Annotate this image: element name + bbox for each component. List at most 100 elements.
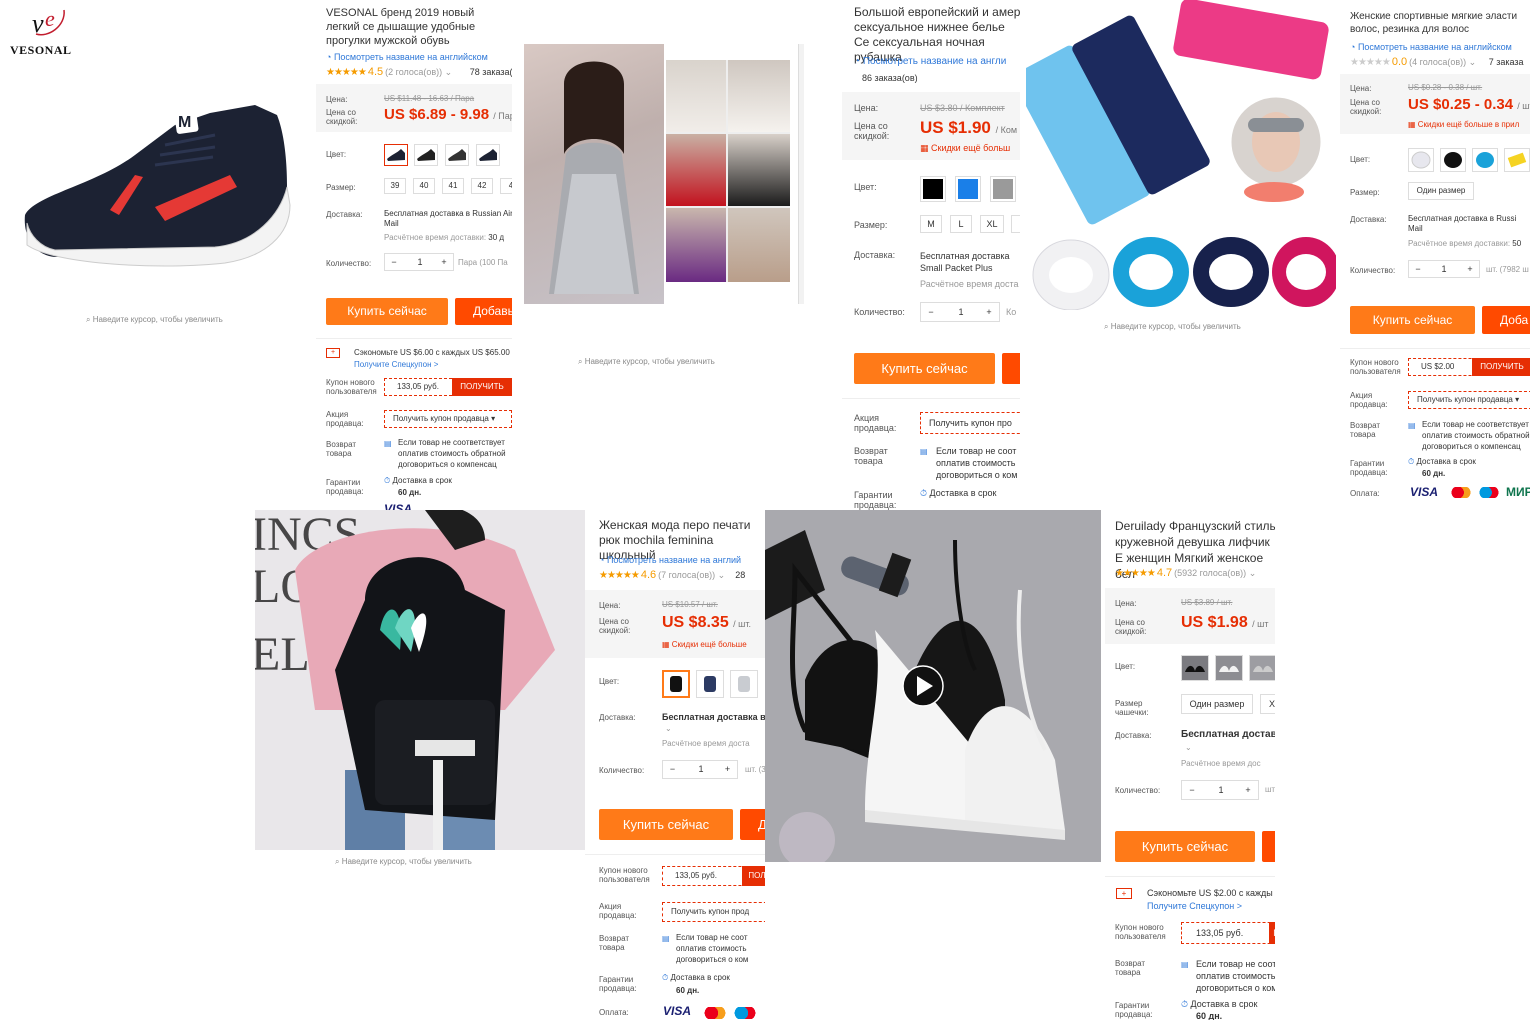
get-coupon-button[interactable]: ПО	[1269, 922, 1275, 944]
more-discounts[interactable]: ▦ Скидки ещё больше	[662, 639, 747, 650]
buy-now-button[interactable]: Купить сейчас	[599, 809, 733, 840]
quantity-plus-button[interactable]: +	[435, 254, 453, 270]
thumb-black[interactable]	[728, 134, 790, 206]
buy-now-button[interactable]: Купить сейчас	[1115, 831, 1255, 862]
quantity-minus-button[interactable]: −	[1409, 261, 1427, 277]
add-to-cart-button[interactable]: Д	[740, 809, 765, 840]
color-swatch-black[interactable]	[920, 176, 946, 202]
size-option-m[interactable]: M	[920, 215, 942, 233]
quantity-stepper[interactable]: − 1 +	[1181, 780, 1259, 800]
color-swatch-1[interactable]	[384, 144, 408, 166]
special-coupon-link[interactable]: Получите Спецкупон >	[1147, 901, 1242, 912]
color-swatch-blue[interactable]	[1472, 148, 1498, 172]
quantity-plus-button[interactable]: +	[979, 303, 999, 321]
quantity-value[interactable]: 1	[949, 303, 973, 321]
backpack-illustration: INCS LOV ELOV	[255, 510, 555, 850]
thumb-white[interactable]	[666, 60, 726, 132]
size-option-one-size[interactable]: Один размер	[1408, 182, 1474, 200]
seller-coupon-dropdown[interactable]: Получить купон прод	[662, 902, 765, 922]
english-title-link[interactable]: Посмотреть название на англи	[854, 56, 1006, 67]
quantity-stepper[interactable]: − 1 +	[1408, 260, 1480, 278]
quantity-value[interactable]: 1	[689, 761, 713, 778]
add-to-cart-button[interactable]	[1262, 831, 1275, 862]
delivery-chevron[interactable]: ⌄	[1185, 743, 1192, 753]
color-swatch-3[interactable]	[445, 144, 469, 166]
seller-coupon-dropdown[interactable]: Получить купон продавца ▾	[1408, 391, 1530, 409]
color-swatch-grey[interactable]	[1249, 655, 1275, 681]
buy-now-button[interactable]: Купить сейчас	[854, 353, 995, 384]
color-swatch-navy[interactable]	[696, 670, 724, 698]
quantity-stepper[interactable]: − 1 +	[384, 253, 454, 271]
size-option-xl[interactable]: XL	[980, 215, 1004, 233]
image-scrollbar[interactable]	[798, 44, 804, 304]
quantity-minus-button[interactable]: −	[385, 254, 403, 270]
color-swatch-blue[interactable]	[955, 176, 981, 202]
quantity-plus-button[interactable]: +	[718, 761, 737, 778]
seller-coupon-dropdown[interactable]: Получить купон продавца ▾	[384, 410, 512, 428]
size-option-l[interactable]: L	[950, 215, 972, 233]
color-swatch-4[interactable]	[476, 144, 500, 166]
add-to-cart-button[interactable]: Добавь	[455, 298, 512, 325]
english-title-link[interactable]: Посмотреть название на английском	[326, 52, 488, 62]
color-swatch-black[interactable]	[1440, 148, 1466, 172]
thumb-white-2[interactable]	[728, 60, 790, 132]
play-video-button[interactable]	[903, 666, 943, 706]
size-option-x[interactable]: X	[1260, 694, 1275, 714]
quantity-minus-button[interactable]: −	[921, 303, 941, 321]
delivery-method[interactable]: Бесплатная доставк	[1181, 730, 1275, 740]
english-title-link[interactable]: Посмотреть название на англий	[599, 555, 741, 565]
color-swatch-black[interactable]	[662, 670, 690, 698]
size-option-39[interactable]: 39	[384, 178, 406, 194]
quantity-plus-button[interactable]: +	[1461, 261, 1479, 277]
product-image-backpack[interactable]: INCS LOV ELOV	[255, 510, 585, 850]
delivery-method[interactable]: Бесплатная доставка в Russian Air Mail	[384, 209, 512, 229]
color-swatch-2[interactable]	[414, 144, 438, 166]
quantity-value[interactable]: 1	[1209, 781, 1233, 799]
size-option-42[interactable]: 42	[471, 178, 493, 194]
get-coupon-button[interactable]: ПОЛУЧИТЬ	[452, 378, 512, 396]
color-swatch-white[interactable]	[1408, 148, 1434, 172]
thumb-red[interactable]	[666, 134, 726, 206]
delivery-method[interactable]: Бесплатная доставка в Russi Mail	[1408, 214, 1530, 234]
quantity-plus-button[interactable]: +	[1238, 781, 1258, 799]
seller-coupon-dropdown[interactable]: Получить купон про	[920, 412, 1020, 434]
more-discounts[interactable]: ▦ Скидки ещё больше в прил	[1408, 119, 1519, 130]
color-swatch-black[interactable]	[1181, 655, 1209, 681]
add-to-cart-button[interactable]	[1002, 353, 1020, 384]
product-image-nightwear[interactable]	[524, 44, 664, 304]
quantity-value[interactable]: 1	[409, 254, 431, 270]
quantity-value[interactable]: 1	[1433, 261, 1455, 277]
color-swatch-yellow[interactable]	[1504, 148, 1530, 172]
product-image-headbands[interactable]	[1026, 0, 1336, 310]
english-title-link[interactable]: Посмотреть название на английском	[1350, 42, 1512, 52]
product-image-sneaker[interactable]: M	[15, 95, 300, 275]
quantity-minus-button[interactable]: −	[663, 761, 682, 778]
special-coupon-link[interactable]: Получите Спецкупон >	[354, 359, 438, 370]
size-option-one-size[interactable]: Один размер	[1181, 694, 1253, 714]
product-title[interactable]: VESONAL бренд 2019 новый легкий се дышащ…	[326, 6, 511, 48]
buy-now-button[interactable]: Купить сейчас	[326, 298, 448, 325]
delivery-method[interactable]: Бесплатная доставка в	[662, 712, 765, 722]
size-option-more[interactable]	[1011, 215, 1020, 233]
zoom-hint: ⌕ Наведите курсор, чтобы увеличить	[335, 857, 472, 866]
thumb-beige[interactable]	[728, 208, 790, 282]
thumb-purple[interactable]	[666, 208, 726, 282]
color-swatch-white[interactable]	[1215, 655, 1243, 681]
color-swatch-grey[interactable]	[730, 670, 758, 698]
product-title[interactable]: Женские спортивные мягкие эласти волос, …	[1350, 10, 1530, 36]
buy-now-button[interactable]: Купить сейчас	[1350, 306, 1475, 334]
more-discounts[interactable]: ▦ Скидки ещё больш	[920, 143, 1010, 154]
size-option-41[interactable]: 41	[442, 178, 464, 194]
add-to-cart-button[interactable]: Доба	[1482, 306, 1530, 334]
size-option-more[interactable]: 4	[500, 178, 512, 194]
size-option-40[interactable]: 40	[413, 178, 435, 194]
delivery-method[interactable]: Бесплатная доставка Small Packet Plus	[920, 250, 1020, 274]
get-coupon-button[interactable]: ПОЛУЧИТЬ	[1472, 358, 1530, 376]
get-coupon-button[interactable]: ПОЛ	[742, 866, 765, 886]
color-swatch-grey[interactable]	[990, 176, 1016, 202]
delivery-chevron[interactable]: ⌄	[665, 724, 672, 734]
delivery-guarantee: ⏱ Доставка в срок	[662, 973, 730, 982]
quantity-stepper[interactable]: − 1 +	[662, 760, 738, 779]
quantity-stepper[interactable]: − 1 +	[920, 302, 1000, 322]
quantity-minus-button[interactable]: −	[1182, 781, 1202, 799]
